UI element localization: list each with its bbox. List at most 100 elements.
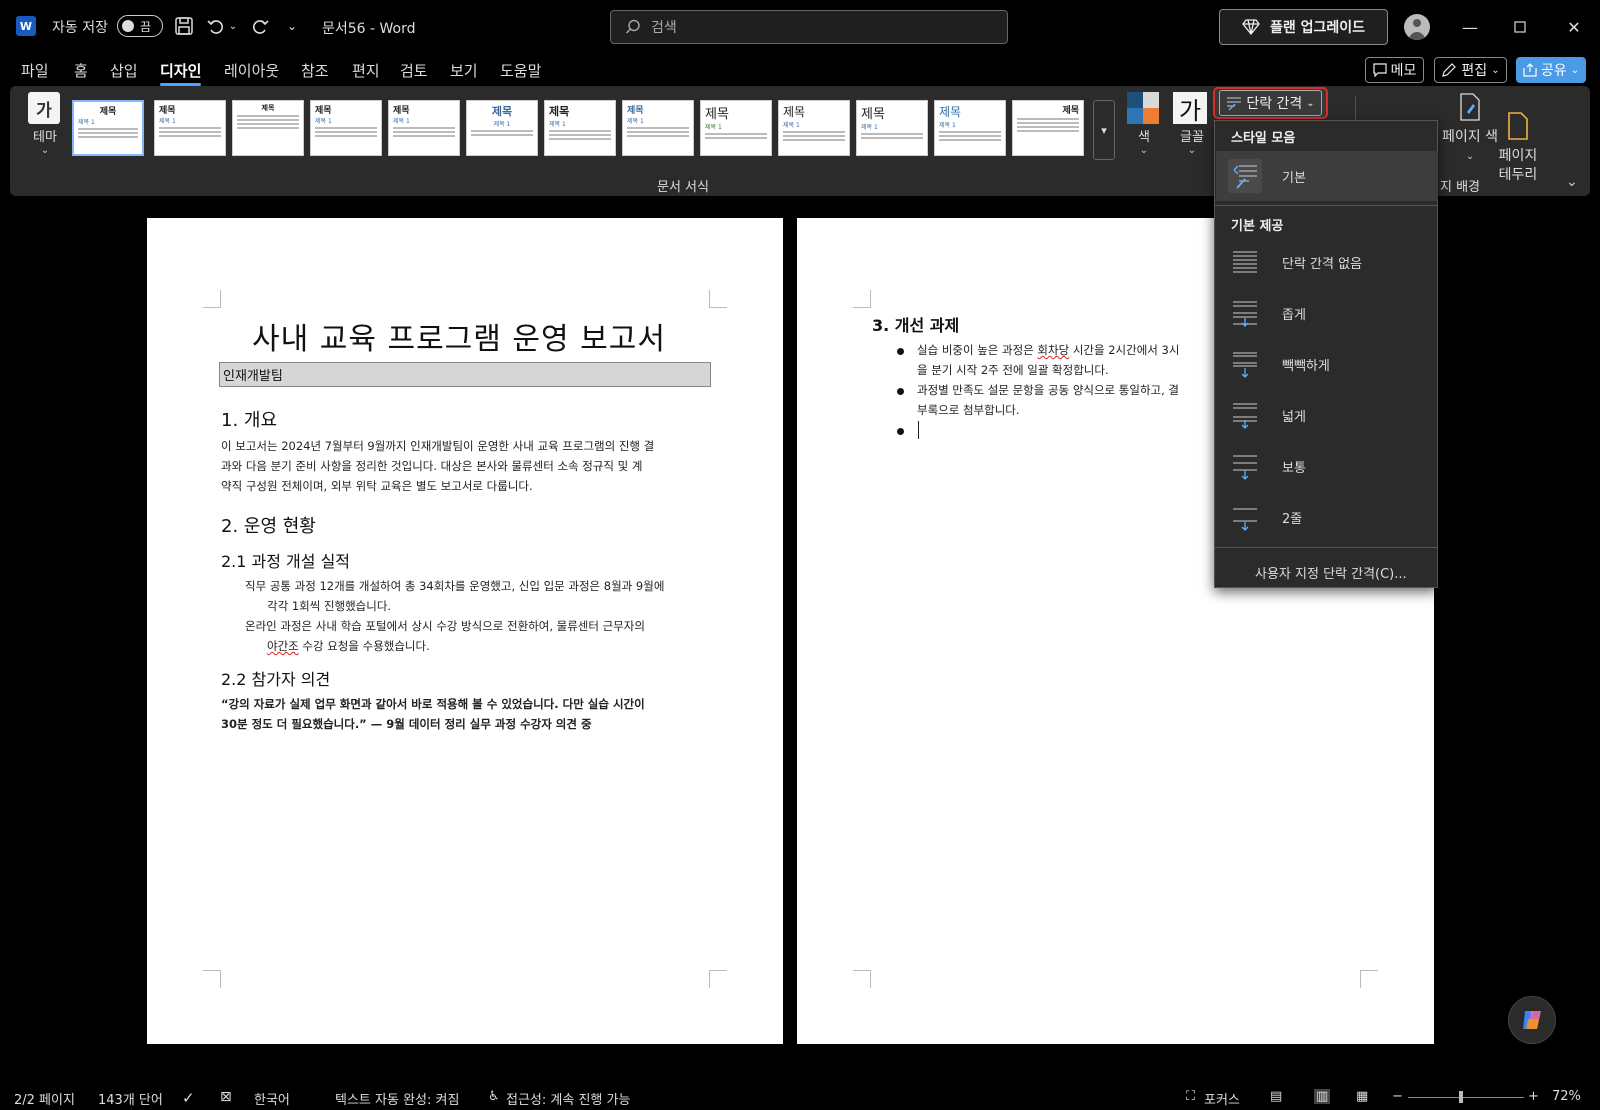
undo-icon[interactable]: [204, 14, 228, 38]
share-button[interactable]: 공유 ⌄: [1516, 57, 1586, 83]
close-icon[interactable]: ✕: [1562, 16, 1586, 38]
bullet-dot: [897, 348, 904, 355]
tab-file[interactable]: 파일: [21, 60, 49, 81]
style-set-thumb[interactable]: 제목: [232, 100, 304, 156]
edit-mode-button[interactable]: 편집 ⌄: [1434, 57, 1507, 83]
thumb-sub: 제목 1: [705, 124, 722, 131]
thumb-sub: 제목 1: [159, 118, 176, 125]
style-set-thumb[interactable]: 제목 제목 1: [466, 100, 538, 156]
copilot-button[interactable]: [1508, 996, 1556, 1044]
style-set-thumb[interactable]: 제목 제목 1: [934, 100, 1006, 156]
style-set-thumb[interactable]: 제목 제목 1: [72, 100, 144, 156]
customize-qat-icon[interactable]: ⌄: [280, 14, 304, 38]
text-line: “강의 자료가 실제 업무 화면과 같아서 바로 적용해 볼 수 있었습니다. …: [221, 697, 645, 711]
search-input[interactable]: 검색: [610, 10, 1008, 44]
gallery-more-icon[interactable]: ▾: [1093, 100, 1115, 160]
misspelled-word[interactable]: 야간조: [267, 639, 299, 653]
style-set-thumb[interactable]: 제목 제목 1: [388, 100, 460, 156]
theme-button[interactable]: 가 테마 ⌄: [28, 92, 62, 164]
minimize-icon[interactable]: —: [1458, 16, 1482, 38]
menu-item-default[interactable]: 기본: [1216, 151, 1438, 201]
maximize-icon[interactable]: [1508, 16, 1532, 38]
status-focus[interactable]: 포커스: [1204, 1089, 1240, 1108]
status-accessibility[interactable]: 접근성: 계속 진행 가능: [506, 1089, 630, 1108]
style-set-thumb[interactable]: 제목: [1012, 100, 1084, 156]
status-page[interactable]: 2/2 페이지: [14, 1089, 75, 1108]
menu-item-custom-spacing[interactable]: 사용자 지정 단락 간격(C)...: [1255, 563, 1407, 582]
chevron-down-icon: ⌄: [1465, 151, 1475, 162]
zoom-in-icon[interactable]: +: [1528, 1089, 1539, 1104]
thumb-title: 제목: [705, 107, 729, 122]
copilot-icon: [1523, 1011, 1541, 1029]
colors-label: 색: [1138, 130, 1150, 145]
zoom-out-icon[interactable]: −: [1392, 1089, 1403, 1104]
zoom-slider-thumb[interactable]: [1459, 1091, 1464, 1103]
crop-mark: [709, 970, 727, 988]
paragraph-spacing-menu: 스타일 모음 기본 기본 제공 단락 간격 없음 좁게 빽빽하게 넓게 보통 2…: [1214, 120, 1438, 588]
style-set-thumb[interactable]: 제목 제목 1: [310, 100, 382, 156]
tab-design[interactable]: 디자인: [160, 60, 202, 86]
menu-item-narrow[interactable]: 좁게: [1216, 288, 1438, 338]
read-mode-icon[interactable]: ▤: [1270, 1089, 1282, 1104]
print-layout-icon[interactable]: ▥: [1314, 1089, 1331, 1104]
style-set-thumb[interactable]: 제목 제목 1: [154, 100, 226, 156]
colors-button[interactable]: 색 ⌄: [1127, 92, 1161, 164]
menu-item-label: 좁게: [1282, 307, 1306, 323]
save-icon[interactable]: [172, 14, 196, 38]
status-autocomplete[interactable]: 텍스트 자동 완성: 켜짐: [335, 1089, 459, 1108]
undo-dropdown-icon[interactable]: ⌄: [226, 14, 240, 38]
collapse-ribbon-icon[interactable]: ⌄: [1566, 174, 1578, 190]
track-changes-icon[interactable]: ⊠: [220, 1089, 232, 1105]
tab-mailings[interactable]: 편지: [352, 60, 380, 81]
account-avatar[interactable]: [1404, 14, 1430, 40]
menu-item-no-spacing[interactable]: 단락 간격 없음: [1216, 237, 1438, 287]
text-line: 부록으로 첨부합니다.: [917, 403, 1020, 417]
text-line: 온라인 과정은 사내 학습 포털에서 상시 수강 방식으로 전환하여, 물류센터…: [245, 619, 645, 633]
text-line: 약직 구성원 전체이며, 외부 위탁 교육은 별도 보고서로 다룹니다.: [221, 479, 533, 493]
fonts-button[interactable]: 가 글꼴 ⌄: [1173, 92, 1211, 164]
tab-view[interactable]: 보기: [450, 60, 478, 81]
web-layout-icon[interactable]: ▦: [1356, 1089, 1368, 1104]
style-set-gallery: 제목 제목 1 제목 제목 1 제목 제목 제목 1 제목 제목 1 제목 제목 1 제목…: [72, 100, 1084, 160]
style-set-thumb[interactable]: 제목제목 1: [700, 100, 772, 156]
menu-item-wide[interactable]: 넓게: [1216, 390, 1438, 440]
tab-layout[interactable]: 레이아웃: [224, 60, 279, 81]
memo-button[interactable]: 메모: [1365, 57, 1424, 83]
menu-item-normal[interactable]: 보통: [1216, 441, 1438, 491]
color-swatch-icon: [1127, 92, 1159, 124]
thumb-title: 제목: [861, 107, 885, 122]
tab-insert[interactable]: 삽입: [110, 60, 138, 81]
tab-help[interactable]: 도움말: [500, 60, 541, 81]
accessibility-icon[interactable]: ♿: [488, 1089, 500, 1104]
autosave-toggle[interactable]: 끔: [117, 15, 163, 37]
menu-item-tight[interactable]: 빽빽하게: [1216, 339, 1438, 389]
paragraph-spacing-button[interactable]: 단락 간격 ⌄: [1213, 87, 1328, 119]
page-border-button[interactable]: 페이지 테두리: [1495, 92, 1541, 204]
tab-home[interactable]: 홈: [74, 60, 88, 81]
zoom-slider-track[interactable]: [1408, 1097, 1524, 1098]
menu-item-label: 보통: [1282, 460, 1306, 476]
style-set-thumb[interactable]: 제목 제목 1: [778, 100, 850, 156]
thumb-sub: 제목 1: [393, 118, 410, 125]
chevron-down-icon: ⌄: [40, 145, 50, 156]
status-words[interactable]: 143개 단어: [98, 1089, 163, 1108]
status-zoom[interactable]: 72%: [1552, 1089, 1581, 1104]
page-color-button[interactable]: 페이지 색 ⌄: [1440, 92, 1500, 166]
font-icon: 가: [1173, 92, 1207, 125]
document-page-1[interactable]: 사내 교육 프로그램 운영 보고서 인재개발팀 1. 개요 이 보고서는 202…: [147, 218, 783, 1044]
redo-icon[interactable]: [248, 14, 272, 38]
upgrade-plan-button[interactable]: 플랜 업그레이드: [1219, 9, 1388, 45]
proofing-icon[interactable]: ✓: [182, 1089, 195, 1107]
ribbon-tabs: 파일 홈 삽입 디자인 레이아웃 참조 편지 검토 보기 도움말: [0, 56, 1600, 86]
status-language[interactable]: 한국어: [254, 1089, 290, 1108]
tab-review[interactable]: 검토: [400, 60, 428, 81]
style-set-thumb[interactable]: 제목 제목 1: [622, 100, 694, 156]
style-set-thumb[interactable]: 제목 제목 1: [544, 100, 616, 156]
focus-icon[interactable]: ⛶: [1186, 1089, 1195, 1104]
style-set-thumb[interactable]: 제목 제목 1: [856, 100, 928, 156]
tab-references[interactable]: 참조: [301, 60, 329, 81]
misspelled-word[interactable]: 회차당: [1037, 343, 1069, 357]
group-label-page-background: 지 배경: [1440, 180, 1481, 195]
menu-item-double[interactable]: 2줄: [1216, 492, 1438, 542]
bullet-dot: [897, 428, 904, 435]
